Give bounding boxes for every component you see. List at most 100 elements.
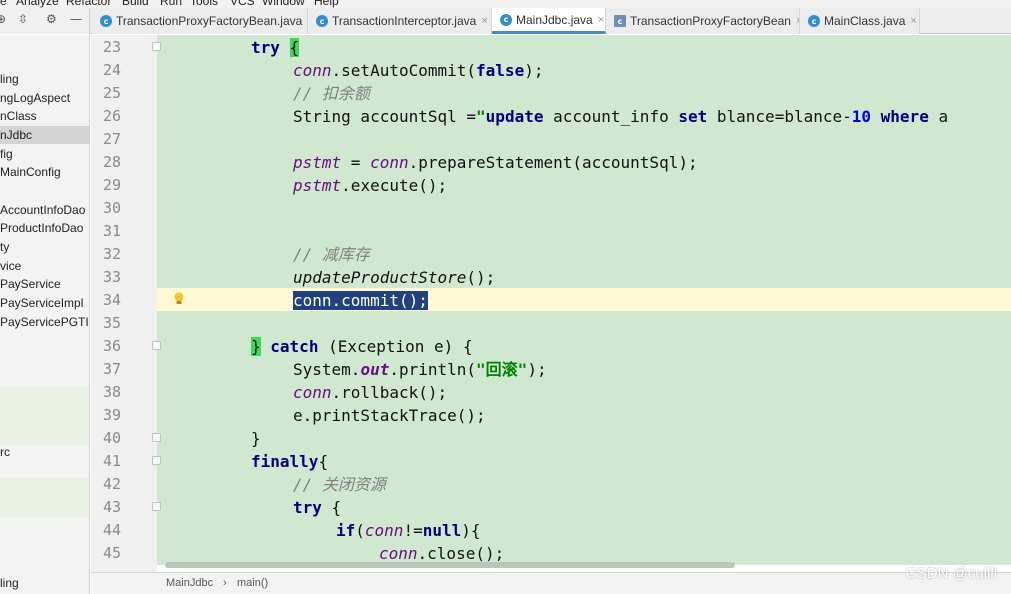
fold-marker[interactable] [152, 502, 161, 511]
code-line[interactable]: pstmt = conn.prepareStatement(accountSql… [293, 151, 698, 174]
comment-token: // 扣余额 [293, 84, 370, 103]
fold-marker[interactable] [152, 456, 161, 465]
tree-item[interactable]: MainConfig [0, 163, 89, 181]
code-line[interactable]: updateProductStore(); [293, 266, 495, 289]
fold-marker[interactable] [152, 42, 161, 51]
text-selection[interactable]: conn.commit(); [293, 291, 428, 310]
code-line[interactable]: } [251, 427, 261, 450]
caret-line-highlight [157, 288, 1011, 311]
lightbulb-icon[interactable] [173, 292, 185, 306]
tree-item[interactable]: fig [0, 145, 89, 163]
scroll-from-source-icon[interactable]: ⇳ [18, 12, 28, 26]
keyword-token: null [422, 521, 462, 540]
keyword-token: try [293, 498, 322, 517]
tab-transactionproxyfactorybean-java[interactable]: c TransactionProxyFactoryBean.java × [92, 8, 308, 34]
code-editor[interactable]: 23 24 25 26 27 28 29 30 31 32 33 34 35 3… [91, 35, 1011, 572]
code-line[interactable]: if(conn!=null){ [336, 519, 481, 542]
field-token: conn [379, 544, 418, 563]
close-icon[interactable]: × [598, 14, 604, 26]
tab-mainclass-java[interactable]: c MainClass.java × [800, 8, 920, 34]
breadcrumb-separator: › [223, 577, 227, 589]
project-tree: ling ngLogAspect nClass nJdbc fig MainCo… [0, 35, 90, 594]
line-number: 33 [102, 268, 121, 286]
tree-item-selected[interactable]: nJdbc [0, 126, 89, 144]
line-number: 35 [102, 314, 121, 332]
code-line-selected[interactable]: conn.commit(); [293, 289, 428, 312]
fold-marker[interactable] [152, 341, 161, 350]
sync-icon[interactable]: ⊕ [0, 12, 6, 26]
tab-transactionproxyfactorybean-class[interactable]: c TransactionProxyFactoryBean × [606, 8, 800, 34]
code-line[interactable]: conn.rollback(); [293, 381, 447, 404]
tree-item[interactable]: PayService [0, 275, 89, 293]
tab-label: TransactionProxyFactoryBean [630, 14, 791, 28]
tree-item[interactable]: ling [0, 574, 89, 592]
tree-item[interactable]: rc [0, 443, 89, 461]
code-line[interactable]: // 扣余额 [293, 82, 370, 105]
field-token: conn [293, 61, 332, 80]
code-line[interactable]: finally{ [251, 450, 328, 473]
tree-item[interactable]: ProductInfoDao [0, 219, 89, 237]
fold-marker[interactable] [152, 433, 161, 442]
class-icon: c [316, 15, 328, 27]
line-number: 38 [102, 383, 121, 401]
tree-item[interactable]: ngLogAspect [0, 89, 89, 107]
field-token: pstmt [293, 153, 342, 172]
tab-label: TransactionInterceptor.java [332, 14, 477, 28]
line-number: 43 [102, 498, 121, 516]
close-icon[interactable]: × [910, 15, 916, 27]
tab-mainjdbc-java[interactable]: c MainJdbc.java × [492, 8, 606, 34]
menu-item-run[interactable]: Run [160, 0, 182, 8]
keyword-token: try [251, 38, 280, 57]
menu-item-build[interactable]: Build [122, 0, 149, 8]
tree-item[interactable]: nClass [0, 107, 89, 125]
hide-icon[interactable]: — [70, 12, 82, 26]
breadcrumb-item-class[interactable]: MainJdbc [166, 577, 213, 589]
keyword-token: false [476, 61, 525, 80]
watermark: CSDN @cuilll [905, 565, 997, 582]
menu-item-analyze[interactable]: Analyze [16, 0, 59, 8]
editor-tab-bar: ⊕ ⇳ ⚙ — c TransactionProxyFactoryBean.ja… [0, 8, 1011, 34]
tree-item[interactable]: PayServiceImpl [0, 294, 89, 312]
code-line[interactable]: e.printStackTrace(); [293, 404, 486, 427]
line-number: 32 [102, 245, 121, 263]
tree-item[interactable]: PayServicePGTIm [0, 313, 89, 331]
tree-item[interactable]: ling [0, 70, 89, 88]
line-number: 27 [102, 130, 121, 148]
close-icon[interactable]: × [481, 15, 487, 27]
line-number: 39 [102, 406, 121, 424]
class-file-icon: c [614, 15, 626, 27]
code-line[interactable]: String accountSql ="update account_info … [293, 105, 948, 128]
breadcrumb-item-method[interactable]: main() [237, 577, 268, 589]
code-line[interactable]: // 减库存 [293, 243, 370, 266]
menu-item-refactor[interactable]: Refactor [66, 0, 111, 8]
line-number: 42 [102, 475, 121, 493]
line-number: 41 [102, 452, 121, 470]
menu-item-edit[interactable]: e [0, 0, 7, 8]
brace-match-highlight: { [289, 38, 300, 57]
tree-item[interactable]: vice [0, 257, 89, 275]
menu-item-window[interactable]: Window [262, 0, 305, 8]
code-line[interactable]: // 关闭资源 [293, 473, 386, 496]
menu-item-help[interactable]: Help [314, 0, 339, 8]
line-number: 24 [102, 61, 121, 79]
code-line[interactable]: conn.setAutoCommit(false); [293, 59, 543, 82]
code-line[interactable]: pstmt.execute(); [293, 174, 447, 197]
horizontal-scrollbar[interactable] [165, 562, 735, 568]
gear-icon[interactable]: ⚙ [46, 12, 57, 26]
method-call-token: updateProductStore [293, 268, 467, 287]
field-token: conn [370, 153, 409, 172]
tree-item[interactable]: AccountInfoDao [0, 201, 89, 219]
code-line[interactable]: } catch (Exception e) { [251, 335, 473, 358]
menu-item-tools[interactable]: Tools [190, 0, 218, 8]
code-line[interactable]: try { [293, 496, 341, 519]
class-icon: c [100, 15, 112, 27]
field-token: conn [364, 521, 404, 540]
code-line[interactable]: System.out.println("回滚"); [293, 358, 547, 381]
keyword-token: finally [251, 452, 319, 471]
line-number: 40 [102, 429, 121, 447]
tree-item[interactable]: ty [0, 238, 89, 256]
menu-item-vcs[interactable]: VCS [230, 0, 255, 8]
tab-transactioninterceptor-java[interactable]: c TransactionInterceptor.java × [308, 8, 492, 34]
code-line[interactable]: try { [251, 36, 300, 59]
line-number: 26 [102, 107, 121, 125]
